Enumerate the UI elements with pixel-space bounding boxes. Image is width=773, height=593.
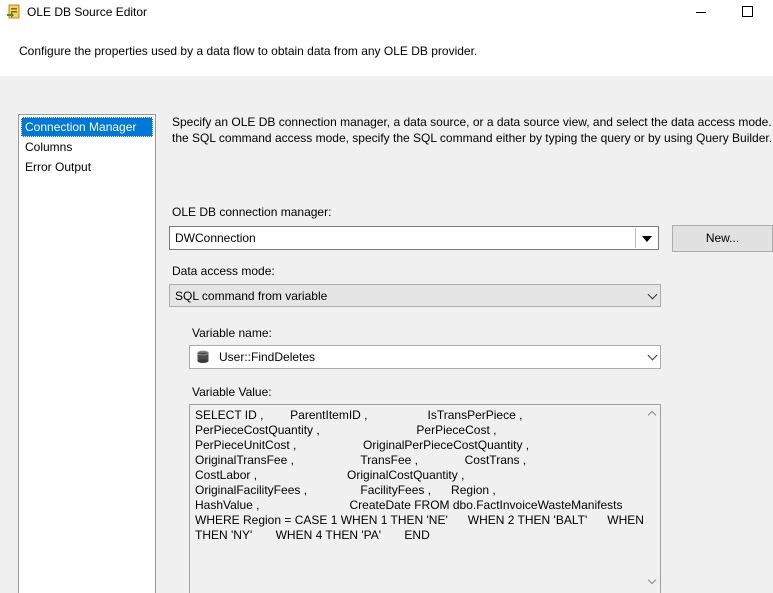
connection-dropdown-button[interactable] (635, 228, 657, 248)
chevron-down-icon (642, 236, 652, 242)
sql-line: HashValue , CreateDate FROM dbo.FactInvo… (195, 498, 623, 512)
title-bar: OLE DB Source Editor (0, 0, 773, 26)
access-mode-value: SQL command from variable (175, 289, 328, 303)
variable-value-textbox[interactable]: SELECT ID , ParentItemID , IsTransPerPie… (189, 404, 661, 593)
connection-manager-dropdown[interactable]: DWConnection (169, 226, 659, 250)
variable-name-dropdown[interactable]: User::FindDeletes (189, 345, 661, 369)
intro-line-1: Specify an OLE DB connection manager, a … (172, 115, 773, 129)
chevron-down-icon (647, 350, 658, 361)
access-mode-dropdown[interactable]: SQL command from variable (169, 284, 661, 307)
page-navigation: Connection Manager Columns Error Output (18, 114, 156, 593)
ssis-source-icon (7, 4, 20, 19)
sql-line: THEN 'NY' WHEN 4 THEN 'PA' END (195, 528, 430, 542)
sql-line: OriginalTransFee , TransFee , CostTrans … (195, 453, 527, 467)
vertical-scrollbar[interactable] (644, 405, 660, 593)
nav-item-connection-manager[interactable]: Connection Manager (21, 117, 153, 137)
variable-name-value: User::FindDeletes (219, 350, 316, 364)
nav-item-error-output[interactable]: Error Output (21, 157, 153, 177)
sql-line: OriginalFacilityFees , FacilityFees , Re… (195, 483, 496, 497)
maximize-button[interactable] (724, 0, 770, 26)
variable-icon (197, 350, 209, 363)
connection-manager-label: OLE DB connection manager: (172, 205, 332, 219)
sql-line: WHERE Region = CASE 1 WHEN 1 THEN 'NE' W… (195, 513, 654, 527)
chevron-down-icon (647, 289, 658, 300)
variable-name-label: Variable name: (192, 326, 272, 340)
sql-line: PerPieceUnitCost , OriginalPerPieceCostQ… (195, 438, 530, 452)
nav-item-columns[interactable]: Columns (21, 137, 153, 157)
connection-manager-value: DWConnection (175, 231, 256, 245)
intro-line-2: the SQL command access mode, specify the… (172, 131, 773, 145)
intro-text: Specify an OLE DB connection manager, a … (172, 114, 773, 146)
new-connection-button[interactable]: New... (672, 225, 773, 252)
window-title: OLE DB Source Editor (27, 5, 148, 19)
minimize-button[interactable] (678, 0, 724, 26)
access-mode-label: Data access mode: (172, 264, 275, 278)
sql-line: SELECT ID , ParentItemID , IsTransPerPie… (195, 408, 523, 422)
variable-value-label: Variable Value: (192, 385, 272, 399)
header-description: Configure the properties used by a data … (19, 44, 478, 58)
sql-line: PerPieceCostQuantity , PerPieceCost , (195, 423, 497, 437)
scroll-down-icon[interactable] (647, 575, 657, 585)
sql-line: CostLabor , OriginalCostQuantity , (195, 468, 465, 482)
scroll-up-icon[interactable] (647, 410, 657, 420)
